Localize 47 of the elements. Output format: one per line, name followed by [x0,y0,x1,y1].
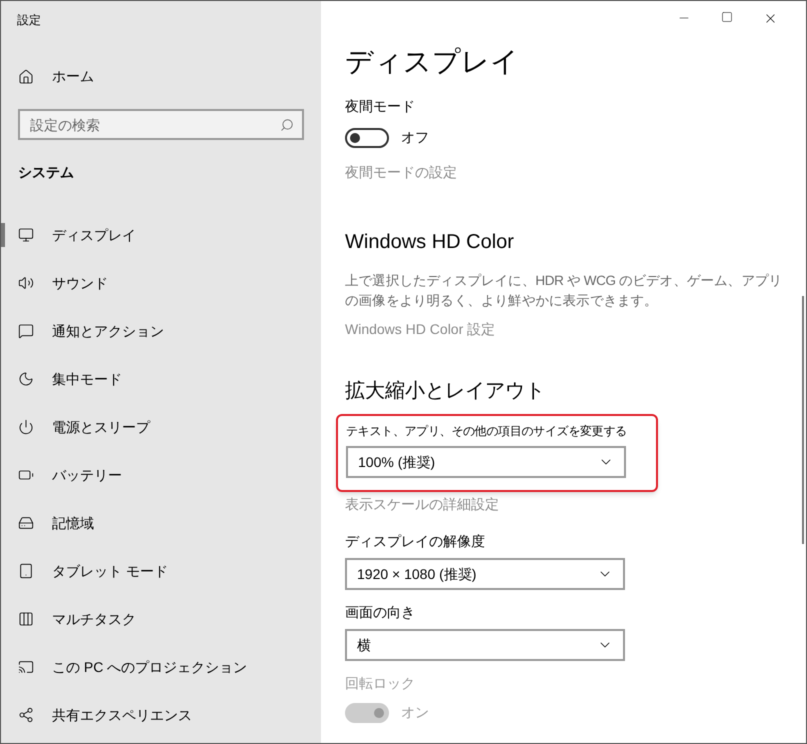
nav-item[interactable]: 集中モード [18,368,122,390]
nav-item[interactable]: サウンド [18,272,108,294]
section-heading: Windows HD Color [345,230,514,255]
power-icon [18,419,34,435]
message-icon [18,323,34,339]
nav-item[interactable]: この PC へのプロジェクション [18,656,248,678]
maximize-icon[interactable] [721,11,733,23]
monitor-icon [18,227,34,243]
setting-label: 夜間モード [345,97,415,116]
drive-icon [18,515,34,531]
description: 上で選択したディスプレイに、HDR や WCG のビデオ、ゲーム、アプリの画像をより明るく、より鮮やかに表示できます。 [345,272,784,310]
settings-link[interactable]: 表示スケールの詳細設定 [345,494,499,515]
section-heading: 拡大縮小とレイアウト [345,379,545,404]
page-title: ディスプレイ [345,48,519,76]
setting-label: 回転ロック [345,674,415,693]
toggle-state: オフ [401,128,429,147]
projection-icon [18,659,34,675]
setting-label: ディスプレイの解像度 [345,532,485,551]
settings-link[interactable]: Windows HD Color 設定 [345,319,496,340]
nav-item[interactable]: ディスプレイ [18,224,136,246]
nav-item[interactable]: 記憶域 [18,512,94,534]
section-heading: システム [18,163,74,182]
search-field[interactable]: 設定の検索 [18,109,304,140]
tablet-icon [18,563,34,579]
setting-label: 画面の向き [345,603,415,622]
columns-icon [18,611,34,627]
dropdown[interactable]: 100% (推奨) [346,446,626,478]
window-title: 設定 [17,12,41,29]
dropdown[interactable]: 横 [345,629,625,661]
nav-item[interactable]: 共有エクスペリエンス [18,704,192,726]
home-icon [18,68,34,84]
search-icon [280,118,294,132]
moon-icon [18,371,34,387]
dropdown[interactable]: 1920 × 1080 (推奨) [345,558,625,590]
setting-label: テキスト、アプリ、その他の項目のサイズを変更する [346,423,627,440]
nav-item[interactable]: マルチタスク [18,608,136,630]
speaker-icon [18,275,34,291]
home-link[interactable]: ホーム [18,66,94,87]
toggle-switch[interactable] [345,128,389,148]
nav-item[interactable]: バッテリー [18,464,122,486]
nav-item[interactable]: 電源とスリープ [18,416,150,438]
settings-link[interactable]: 夜間モードの設定 [345,162,457,183]
scrollbar[interactable] [802,296,804,544]
toggle-state: オン [401,703,429,722]
nav-item[interactable]: タブレット モード [18,560,168,582]
share-icon [18,707,34,723]
nav-item[interactable]: 通知とアクション [18,320,164,342]
